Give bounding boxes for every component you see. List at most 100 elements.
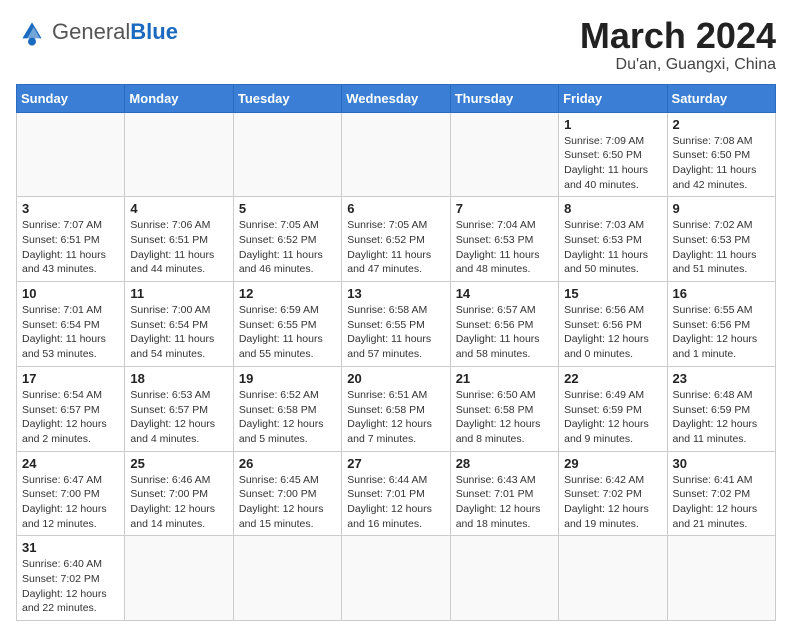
day-number: 22 (564, 371, 661, 386)
day-number: 1 (564, 117, 661, 132)
calendar-cell: 8Sunrise: 7:03 AM Sunset: 6:53 PM Daylig… (559, 197, 667, 282)
calendar-cell (233, 112, 341, 197)
page-header: GeneralBlue March 2024 Du'an, Guangxi, C… (16, 16, 776, 74)
day-info: Sunrise: 7:00 AM Sunset: 6:54 PM Dayligh… (130, 303, 227, 362)
day-info: Sunrise: 6:44 AM Sunset: 7:01 PM Dayligh… (347, 473, 444, 532)
calendar-body: 1 Sunrise: 7:09 AM Sunset: 6:50 PM Daylig… (17, 112, 776, 621)
calendar-cell (450, 112, 558, 197)
location-title: Du'an, Guangxi, China (580, 56, 776, 74)
calendar-cell: 22 Sunrise: 6:49 AM Sunset: 6:59 PM Dayli… (559, 366, 667, 451)
weekday-header-monday: Monday (125, 84, 233, 112)
day-number: 13 (347, 286, 444, 301)
day-number: 4 (130, 201, 227, 216)
calendar-cell: 10 Sunrise: 7:01 AM Sunset: 6:54 PM Dayli… (17, 282, 125, 367)
day-info: Sunrise: 6:58 AM Sunset: 6:55 PM Dayligh… (347, 303, 444, 362)
day-info: Sunrise: 6:49 AM Sunset: 6:59 PM Dayligh… (564, 388, 661, 447)
day-number: 21 (456, 371, 553, 386)
calendar-cell: 16Sunrise: 6:55 AM Sunset: 6:56 PM Dayli… (667, 282, 775, 367)
calendar-cell: 12Sunrise: 6:59 AM Sunset: 6:55 PM Dayli… (233, 282, 341, 367)
calendar-cell: 20Sunrise: 6:51 AM Sunset: 6:58 PM Dayli… (342, 366, 450, 451)
day-info: Sunrise: 6:50 AM Sunset: 6:58 PM Dayligh… (456, 388, 553, 447)
calendar-cell: 14Sunrise: 6:57 AM Sunset: 6:56 PM Dayli… (450, 282, 558, 367)
calendar-cell: 18Sunrise: 6:53 AM Sunset: 6:57 PM Dayli… (125, 366, 233, 451)
day-number: 19 (239, 371, 336, 386)
day-number: 17 (22, 371, 119, 386)
calendar-cell: 4 Sunrise: 7:06 AM Sunset: 6:51 PM Daylig… (125, 197, 233, 282)
day-info: Sunrise: 6:45 AM Sunset: 7:00 PM Dayligh… (239, 473, 336, 532)
calendar-cell (125, 536, 233, 621)
calendar-cell (233, 536, 341, 621)
day-number: 15 (564, 286, 661, 301)
day-info: Sunrise: 7:05 AM Sunset: 6:52 PM Dayligh… (239, 218, 336, 277)
day-info: Sunrise: 7:02 AM Sunset: 6:53 PM Dayligh… (673, 218, 770, 277)
weekday-header-saturday: Saturday (667, 84, 775, 112)
logo-text: GeneralBlue (52, 21, 178, 43)
calendar-cell (342, 112, 450, 197)
day-number: 27 (347, 456, 444, 471)
calendar-cell: 27 Sunrise: 6:44 AM Sunset: 7:01 PM Dayli… (342, 451, 450, 536)
day-info: Sunrise: 6:41 AM Sunset: 7:02 PM Dayligh… (673, 473, 770, 532)
week-row-6: 31Sunrise: 6:40 AM Sunset: 7:02 PM Dayli… (17, 536, 776, 621)
calendar-cell: 29Sunrise: 6:42 AM Sunset: 7:02 PM Dayli… (559, 451, 667, 536)
calendar-cell: 5 Sunrise: 7:05 AM Sunset: 6:52 PM Daylig… (233, 197, 341, 282)
day-info: Sunrise: 7:08 AM Sunset: 6:50 PM Dayligh… (673, 134, 770, 193)
calendar-cell: 13 Sunrise: 6:58 AM Sunset: 6:55 PM Dayli… (342, 282, 450, 367)
week-row-5: 24 Sunrise: 6:47 AM Sunset: 7:00 PM Dayli… (17, 451, 776, 536)
day-number: 18 (130, 371, 227, 386)
weekday-header-wednesday: Wednesday (342, 84, 450, 112)
month-title: March 2024 (580, 16, 776, 56)
logo-general: General (52, 19, 130, 44)
calendar: SundayMondayTuesdayWednesdayThursdayFrid… (16, 84, 776, 622)
calendar-cell: 17 Sunrise: 6:54 AM Sunset: 6:57 PM Dayli… (17, 366, 125, 451)
calendar-cell: 1 Sunrise: 7:09 AM Sunset: 6:50 PM Daylig… (559, 112, 667, 197)
calendar-cell: 7Sunrise: 7:04 AM Sunset: 6:53 PM Daylig… (450, 197, 558, 282)
logo-icon (16, 16, 48, 48)
day-info: Sunrise: 7:01 AM Sunset: 6:54 PM Dayligh… (22, 303, 119, 362)
day-number: 24 (22, 456, 119, 471)
day-info: Sunrise: 6:54 AM Sunset: 6:57 PM Dayligh… (22, 388, 119, 447)
calendar-cell: 11Sunrise: 7:00 AM Sunset: 6:54 PM Dayli… (125, 282, 233, 367)
day-info: Sunrise: 6:47 AM Sunset: 7:00 PM Dayligh… (22, 473, 119, 532)
weekday-header-tuesday: Tuesday (233, 84, 341, 112)
calendar-cell: 19Sunrise: 6:52 AM Sunset: 6:58 PM Dayli… (233, 366, 341, 451)
day-info: Sunrise: 6:40 AM Sunset: 7:02 PM Dayligh… (22, 557, 119, 616)
title-section: March 2024 Du'an, Guangxi, China (580, 16, 776, 74)
calendar-cell: 9Sunrise: 7:02 AM Sunset: 6:53 PM Daylig… (667, 197, 775, 282)
calendar-cell (125, 112, 233, 197)
weekday-row: SundayMondayTuesdayWednesdayThursdayFrid… (17, 84, 776, 112)
day-number: 5 (239, 201, 336, 216)
day-number: 26 (239, 456, 336, 471)
calendar-cell: 6 Sunrise: 7:05 AM Sunset: 6:52 PM Daylig… (342, 197, 450, 282)
day-info: Sunrise: 7:04 AM Sunset: 6:53 PM Dayligh… (456, 218, 553, 277)
day-info: Sunrise: 6:55 AM Sunset: 6:56 PM Dayligh… (673, 303, 770, 362)
day-info: Sunrise: 7:03 AM Sunset: 6:53 PM Dayligh… (564, 218, 661, 277)
calendar-cell: 26 Sunrise: 6:45 AM Sunset: 7:00 PM Dayli… (233, 451, 341, 536)
day-number: 6 (347, 201, 444, 216)
day-number: 23 (673, 371, 770, 386)
day-info: Sunrise: 6:42 AM Sunset: 7:02 PM Dayligh… (564, 473, 661, 532)
weekday-header-thursday: Thursday (450, 84, 558, 112)
day-info: Sunrise: 7:06 AM Sunset: 6:51 PM Dayligh… (130, 218, 227, 277)
calendar-cell (559, 536, 667, 621)
day-info: Sunrise: 7:09 AM Sunset: 6:50 PM Dayligh… (564, 134, 661, 193)
day-info: Sunrise: 7:07 AM Sunset: 6:51 PM Dayligh… (22, 218, 119, 277)
weekday-header-sunday: Sunday (17, 84, 125, 112)
day-info: Sunrise: 6:43 AM Sunset: 7:01 PM Dayligh… (456, 473, 553, 532)
calendar-cell: 23 Sunrise: 6:48 AM Sunset: 6:59 PM Dayli… (667, 366, 775, 451)
day-number: 14 (456, 286, 553, 301)
day-number: 10 (22, 286, 119, 301)
day-number: 30 (673, 456, 770, 471)
week-row-2: 3 Sunrise: 7:07 AM Sunset: 6:51 PM Daylig… (17, 197, 776, 282)
calendar-cell (17, 112, 125, 197)
calendar-cell: 2Sunrise: 7:08 AM Sunset: 6:50 PM Daylig… (667, 112, 775, 197)
day-number: 3 (22, 201, 119, 216)
week-row-3: 10 Sunrise: 7:01 AM Sunset: 6:54 PM Dayli… (17, 282, 776, 367)
day-info: Sunrise: 7:05 AM Sunset: 6:52 PM Dayligh… (347, 218, 444, 277)
week-row-1: 1 Sunrise: 7:09 AM Sunset: 6:50 PM Daylig… (17, 112, 776, 197)
calendar-cell: 3 Sunrise: 7:07 AM Sunset: 6:51 PM Daylig… (17, 197, 125, 282)
calendar-cell (342, 536, 450, 621)
day-number: 25 (130, 456, 227, 471)
day-info: Sunrise: 6:48 AM Sunset: 6:59 PM Dayligh… (673, 388, 770, 447)
calendar-cell: 15Sunrise: 6:56 AM Sunset: 6:56 PM Dayli… (559, 282, 667, 367)
day-number: 20 (347, 371, 444, 386)
